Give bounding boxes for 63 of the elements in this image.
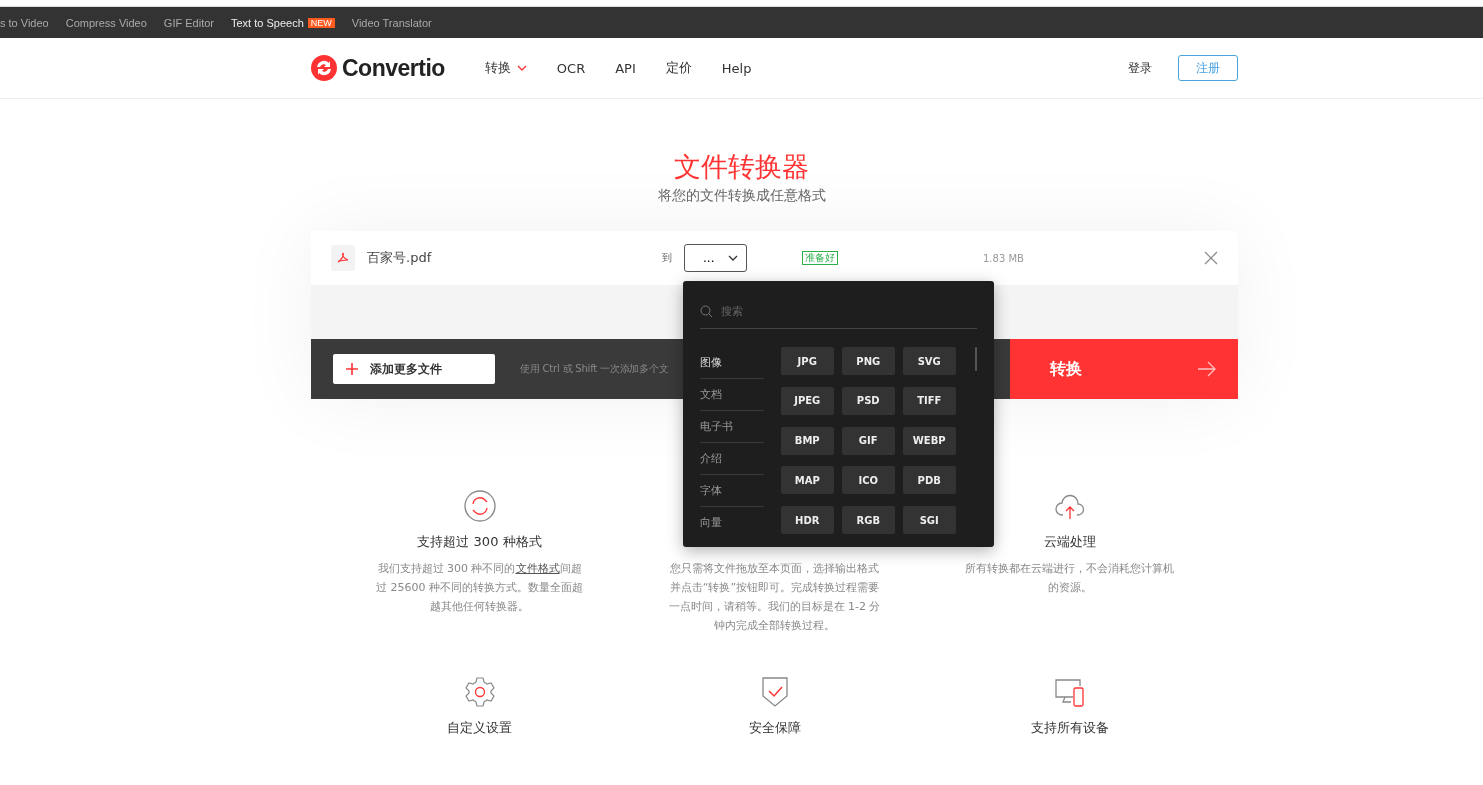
format-option[interactable]: JPG (780, 347, 834, 375)
format-option[interactable]: JPEG (780, 386, 834, 415)
feature-title: 自定义设置 (447, 719, 512, 737)
format-option[interactable]: SGI (902, 506, 956, 535)
convert-button[interactable]: 转换 (1010, 339, 1238, 399)
close-icon[interactable] (1204, 251, 1218, 265)
arrow-right-icon (1198, 361, 1216, 377)
scrollbar[interactable] (974, 347, 977, 371)
format-option[interactable]: BMP (780, 426, 834, 455)
pdf-file-icon (331, 245, 355, 271)
feature-title: 云端处理 (1043, 533, 1096, 551)
format-option[interactable]: TIFF (902, 386, 956, 415)
category-item[interactable]: 文档 (700, 379, 764, 411)
refresh-circle-icon (462, 489, 497, 523)
logo-icon (311, 55, 337, 81)
tool-link[interactable]: GIF Editor (163, 16, 214, 29)
tool-link[interactable]: s to Video (0, 16, 49, 29)
feature-title: 支持所有设备 (1030, 719, 1109, 737)
search-icon (700, 305, 713, 318)
nav-link[interactable]: OCR (556, 59, 586, 77)
login-link[interactable]: 登录 (1128, 59, 1152, 77)
format-search-field[interactable]: 搜索 (700, 295, 977, 329)
format-select[interactable]: ... (684, 244, 747, 272)
feature-description: 所有转换都在云端进行，不会消耗您计算机的资源。 (964, 561, 1175, 596)
feature-description: 我们支持超过 300 种不同的文件格式间超过 25600 种不同的转换方式。数量全面超越其他任何转换器。 (375, 561, 584, 615)
format-option[interactable]: HDR (780, 506, 834, 535)
format-option[interactable]: PSD (841, 386, 895, 415)
feature-description: 您只需将文件拖放至本页面，选择输出格式并点击“转换”按钮即可。完成转换过程需要一点时间，请稍等。我们的目标是在 1-2 分钟内完成全部转换过程。 (668, 561, 881, 634)
tool-link[interactable]: Text to Speech NEW (231, 16, 335, 29)
new-badge: NEW (307, 17, 335, 28)
search-input[interactable]: 搜索 (719, 304, 923, 319)
nav-link[interactable]: 定价 (665, 59, 692, 77)
file-formats-link[interactable]: 文件格式 (515, 562, 560, 575)
to-label: 到 (662, 251, 672, 265)
file-size: 1.83 MB (983, 252, 1025, 264)
status-badge: 准备好 (802, 251, 838, 265)
tool-link[interactable]: Video Translator (351, 16, 432, 29)
feature-title: 支持超过 300 种格式 (417, 533, 542, 551)
feature-title: 安全保障 (748, 719, 801, 737)
chevron-down-icon (728, 255, 738, 261)
nav-link[interactable]: 转换 (484, 59, 527, 77)
format-option[interactable]: WEBP (902, 426, 956, 455)
format-option[interactable]: SVG (902, 347, 956, 375)
category-item[interactable]: 字体 (700, 475, 764, 507)
file-name: 百家号.pdf (367, 249, 433, 267)
category-item[interactable]: 电子书 (700, 411, 764, 443)
page-title: 文件转换器 (674, 150, 809, 184)
format-option[interactable]: MAP (780, 466, 834, 495)
category-item[interactable]: 介绍 (700, 443, 764, 475)
nav-link[interactable]: Help (721, 59, 752, 77)
format-option[interactable]: RGB (841, 506, 895, 535)
nav-link[interactable]: API (615, 59, 636, 77)
format-option[interactable]: ICO (841, 466, 895, 495)
format-option[interactable]: PNG (841, 347, 895, 375)
format-option[interactable]: PDB (902, 466, 956, 495)
page-subtitle: 将您的文件转换成任意格式 (657, 187, 826, 205)
tool-link[interactable]: Compress Video (65, 16, 147, 29)
category-item[interactable]: 图像 (700, 347, 764, 379)
plus-icon (346, 363, 358, 375)
logo-text: Convertio (342, 54, 445, 82)
category-item[interactable]: 向量 (700, 507, 764, 538)
format-option[interactable]: GIF (841, 426, 895, 455)
add-files-button[interactable]: 添加更多文件 (333, 354, 495, 384)
